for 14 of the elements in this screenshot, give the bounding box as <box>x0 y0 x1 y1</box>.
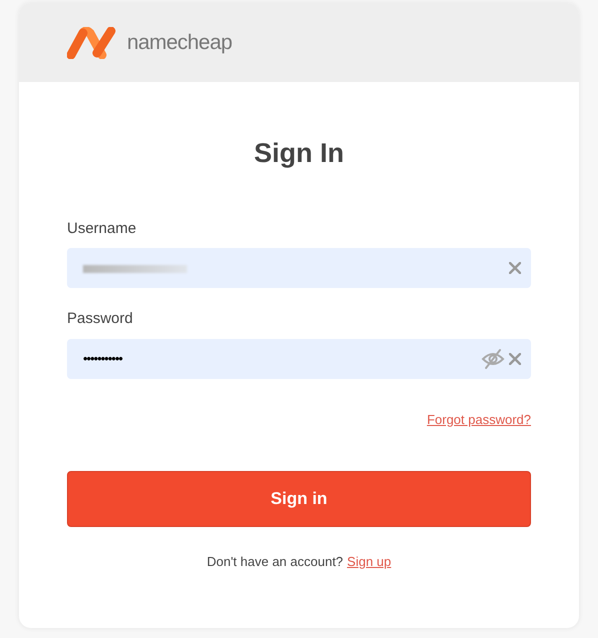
sign-in-button[interactable]: Sign in <box>67 471 531 527</box>
sign-up-link[interactable]: Sign up <box>347 552 392 572</box>
password-field[interactable]: ••••••••••• <box>67 338 531 378</box>
brand-name: namecheap <box>127 30 232 56</box>
username-field[interactable] <box>67 248 531 288</box>
clear-icon[interactable] <box>509 352 521 364</box>
signup-prompt: Don't have an account? <box>206 553 344 571</box>
field-label: Username <box>67 218 138 238</box>
masked-password: ••••••••••• <box>83 350 122 368</box>
eye-off-icon[interactable] <box>481 348 505 370</box>
field-label: Password <box>67 309 134 329</box>
forgot-password-link[interactable]: Forgot password? <box>426 410 531 429</box>
page-title: Sign In <box>253 137 345 170</box>
clear-icon[interactable] <box>509 262 521 274</box>
